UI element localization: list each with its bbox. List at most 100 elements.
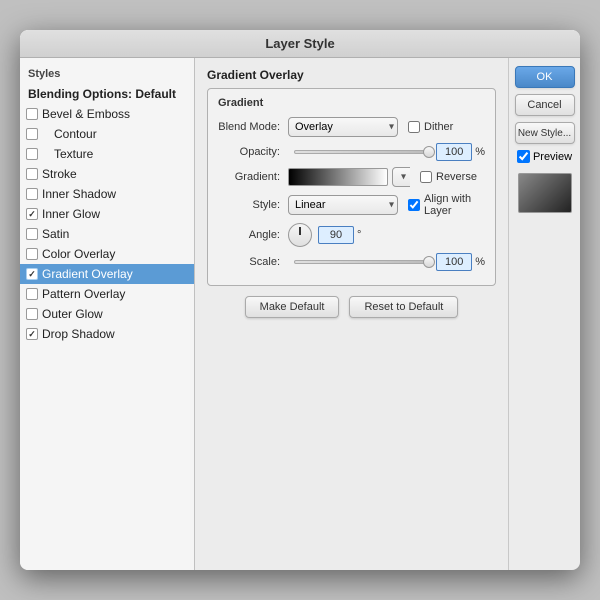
- angle-dial[interactable]: [288, 223, 312, 247]
- left-panel: Styles Blending Options: Default Bevel &…: [20, 58, 195, 570]
- gradient-swatch[interactable]: [288, 168, 388, 186]
- bevel-emboss-checkbox[interactable]: [26, 108, 38, 120]
- preview-checkbox[interactable]: [517, 150, 530, 163]
- sidebar-item-bevel-emboss[interactable]: Bevel & Emboss: [20, 104, 194, 124]
- gradient-overlay-label: Gradient Overlay: [42, 267, 133, 281]
- opacity-label: Opacity:: [218, 146, 288, 158]
- blend-mode-select[interactable]: Overlay Normal Multiply Screen: [288, 117, 398, 137]
- new-style-button[interactable]: New Style...: [515, 122, 575, 144]
- scale-label: Scale:: [218, 256, 288, 268]
- angle-input[interactable]: 90: [318, 226, 354, 244]
- gradient-group: Gradient Blend Mode: Overlay Normal Mult…: [207, 88, 496, 286]
- opacity-percent: %: [475, 146, 485, 158]
- sidebar-item-texture[interactable]: Texture: [20, 144, 194, 164]
- middle-panel: Gradient Overlay Gradient Blend Mode: Ov…: [195, 58, 508, 570]
- sidebar-item-pattern-overlay[interactable]: Pattern Overlay: [20, 284, 194, 304]
- sidebar-item-drop-shadow[interactable]: Drop Shadow: [20, 324, 194, 344]
- blend-mode-row: Blend Mode: Overlay Normal Multiply Scre…: [218, 117, 485, 137]
- inner-shadow-checkbox[interactable]: [26, 188, 38, 200]
- scale-slider-container[interactable]: [294, 253, 430, 271]
- drop-shadow-checkbox[interactable]: [26, 328, 38, 340]
- buttons-row: Make Default Reset to Default: [207, 296, 496, 318]
- blend-mode-label: Blend Mode:: [218, 121, 288, 133]
- opacity-slider-container[interactable]: [294, 143, 430, 161]
- preview-row: Preview: [517, 150, 572, 163]
- gradient-dropdown-wrapper[interactable]: [392, 167, 410, 187]
- dither-label: Dither: [424, 121, 453, 133]
- opacity-slider-track: [294, 150, 430, 154]
- stroke-label: Stroke: [42, 167, 77, 181]
- sidebar-item-inner-glow[interactable]: Inner Glow: [20, 204, 194, 224]
- stroke-checkbox[interactable]: [26, 168, 38, 180]
- inner-glow-label: Inner Glow: [42, 207, 100, 221]
- texture-checkbox[interactable]: [26, 148, 38, 160]
- align-checkbox-label[interactable]: Align with Layer: [408, 193, 485, 217]
- gradient-row: Gradient: Reverse: [218, 167, 485, 187]
- sidebar-item-contour[interactable]: Contour: [20, 124, 194, 144]
- preview-box: [518, 173, 572, 213]
- preview-label: Preview: [533, 151, 572, 163]
- sidebar-item-outer-glow[interactable]: Outer Glow: [20, 304, 194, 324]
- scale-input[interactable]: 100: [436, 253, 472, 271]
- sidebar-item-inner-shadow[interactable]: Inner Shadow: [20, 184, 194, 204]
- scale-percent: %: [475, 256, 485, 268]
- color-overlay-checkbox[interactable]: [26, 248, 38, 260]
- blending-options-label: Blending Options: Default: [28, 87, 176, 101]
- ok-button[interactable]: OK: [515, 66, 575, 88]
- dialog-title: Layer Style: [20, 30, 580, 58]
- styles-header: Styles: [20, 64, 194, 84]
- blend-mode-select-wrapper[interactable]: Overlay Normal Multiply Screen: [288, 117, 398, 137]
- pattern-overlay-label: Pattern Overlay: [42, 287, 125, 301]
- gradient-label: Gradient:: [218, 171, 288, 183]
- gradient-select[interactable]: [392, 167, 410, 187]
- outer-glow-checkbox[interactable]: [26, 308, 38, 320]
- right-panel: OK Cancel New Style... Preview: [508, 58, 580, 570]
- scale-slider-track: [294, 260, 430, 264]
- satin-label: Satin: [42, 227, 69, 241]
- sidebar-item-satin[interactable]: Satin: [20, 224, 194, 244]
- reverse-checkbox-label[interactable]: Reverse: [420, 171, 477, 183]
- dither-checkbox-label[interactable]: Dither: [408, 121, 453, 133]
- cancel-button[interactable]: Cancel: [515, 94, 575, 116]
- pattern-overlay-checkbox[interactable]: [26, 288, 38, 300]
- opacity-slider-thumb[interactable]: [423, 146, 435, 158]
- outer-glow-label: Outer Glow: [42, 307, 103, 321]
- make-default-button[interactable]: Make Default: [245, 296, 340, 318]
- satin-checkbox[interactable]: [26, 228, 38, 240]
- texture-label: Texture: [54, 147, 93, 161]
- gradient-overlay-checkbox[interactable]: [26, 268, 38, 280]
- reset-default-button[interactable]: Reset to Default: [349, 296, 458, 318]
- drop-shadow-label: Drop Shadow: [42, 327, 115, 341]
- angle-degree: °: [357, 229, 361, 241]
- sidebar-item-stroke[interactable]: Stroke: [20, 164, 194, 184]
- sidebar-item-gradient-overlay[interactable]: Gradient Overlay: [20, 264, 194, 284]
- scale-row: Scale: 100 %: [218, 253, 485, 271]
- sidebar-item-color-overlay[interactable]: Color Overlay: [20, 244, 194, 264]
- opacity-row: Opacity: 100 %: [218, 143, 485, 161]
- style-row: Style: Linear Radial Angle Reflected Dia…: [218, 193, 485, 217]
- style-select-wrapper[interactable]: Linear Radial Angle Reflected Diamond: [288, 195, 398, 215]
- group-title: Gradient: [218, 97, 485, 109]
- style-select[interactable]: Linear Radial Angle Reflected Diamond: [288, 195, 398, 215]
- angle-row: Angle: 90 °: [218, 223, 485, 247]
- section-title: Gradient Overlay: [207, 68, 496, 82]
- color-overlay-label: Color Overlay: [42, 247, 115, 261]
- opacity-input[interactable]: 100: [436, 143, 472, 161]
- contour-checkbox[interactable]: [26, 128, 38, 140]
- align-checkbox[interactable]: [408, 199, 420, 211]
- dialog-content: Styles Blending Options: Default Bevel &…: [20, 58, 580, 570]
- reverse-checkbox[interactable]: [420, 171, 432, 183]
- style-label: Style:: [218, 199, 288, 211]
- layer-style-dialog: Layer Style Styles Blending Options: Def…: [20, 30, 580, 570]
- styles-list: Blending Options: Default Bevel & Emboss…: [20, 84, 194, 564]
- angle-label: Angle:: [218, 229, 288, 241]
- dither-checkbox[interactable]: [408, 121, 420, 133]
- contour-label: Contour: [54, 127, 97, 141]
- sidebar-item-blending-options[interactable]: Blending Options: Default: [20, 84, 194, 104]
- inner-glow-checkbox[interactable]: [26, 208, 38, 220]
- inner-shadow-label: Inner Shadow: [42, 187, 116, 201]
- reverse-label: Reverse: [436, 171, 477, 183]
- bevel-emboss-label: Bevel & Emboss: [42, 107, 130, 121]
- scale-slider-thumb[interactable]: [423, 256, 435, 268]
- align-label: Align with Layer: [424, 193, 485, 217]
